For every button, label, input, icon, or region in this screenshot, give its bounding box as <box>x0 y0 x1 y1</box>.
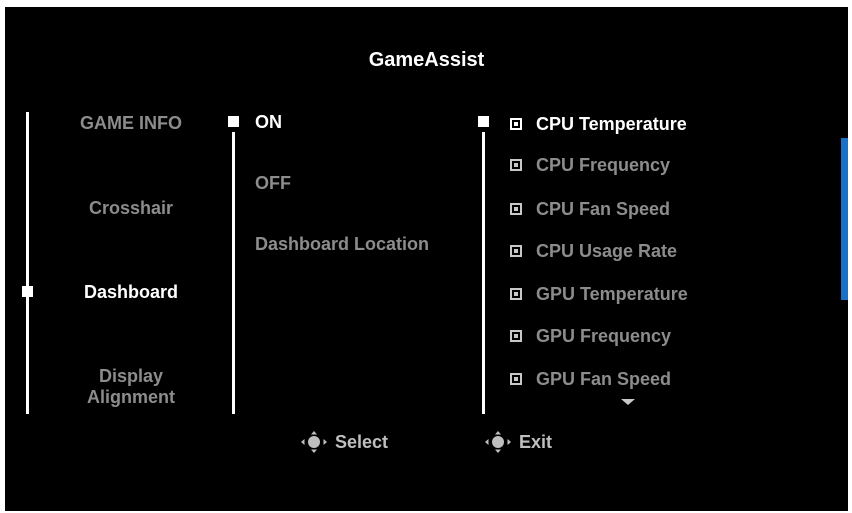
option-label: GPU Fan Speed <box>536 368 672 389</box>
joystick-exit-icon <box>485 431 511 453</box>
checkbox-checked-icon <box>510 330 522 342</box>
option-label: CPU Temperature <box>536 113 687 134</box>
option-gpu-temperature[interactable]: GPU Temperature <box>510 283 688 305</box>
footer-select-hint: Select <box>301 431 388 453</box>
option-gpu-frequency[interactable]: GPU Frequency <box>510 325 671 347</box>
submenu-selection-marker <box>228 116 239 127</box>
submenu-item-off[interactable]: OFF <box>255 173 291 194</box>
footer-exit-hint: Exit <box>485 431 552 453</box>
checkbox-checked-icon <box>510 245 522 257</box>
osd-screen: GameAssist GAME INFO Crosshair Dashboard… <box>5 7 848 511</box>
option-cpu-usage-rate[interactable]: CPU Usage Rate <box>510 240 677 262</box>
menu-selection-marker <box>22 286 33 297</box>
checkbox-checked-icon <box>510 118 522 130</box>
option-label: CPU Fan Speed <box>536 198 671 219</box>
checkbox-checked-icon <box>510 288 522 300</box>
menu-item-display-alignment-label: Display Alignment <box>87 366 175 407</box>
submenu-item-on[interactable]: ON <box>255 112 282 133</box>
option-label: CPU Frequency <box>536 154 671 175</box>
menu-item-display-alignment[interactable]: Display Alignment <box>65 366 197 408</box>
option-cpu-temperature[interactable]: CPU Temperature <box>510 113 687 135</box>
option-cpu-frequency[interactable]: CPU Frequency <box>510 154 670 176</box>
option-gpu-fan-speed[interactable]: GPU Fan Speed <box>510 368 671 390</box>
footer-exit-label: Exit <box>519 431 553 452</box>
menu-item-dashboard[interactable]: Dashboard <box>65 282 197 303</box>
options-column-line <box>482 132 485 414</box>
submenu-item-dashboard-location[interactable]: Dashboard Location <box>255 234 429 255</box>
menu-item-game-info[interactable]: GAME INFO <box>65 113 197 134</box>
option-label: GPU Frequency <box>536 325 672 346</box>
menu-title: GameAssist <box>368 49 485 71</box>
option-label: CPU Usage Rate <box>536 240 678 261</box>
scrollbar-thumb[interactable] <box>841 138 848 300</box>
checkbox-checked-icon <box>510 373 522 385</box>
checkbox-checked-icon <box>510 203 522 215</box>
option-cpu-fan-speed[interactable]: CPU Fan Speed <box>510 198 670 220</box>
options-selection-marker <box>478 116 489 127</box>
scroll-down-arrow-icon[interactable] <box>621 399 635 405</box>
menu-column-line <box>26 112 29 414</box>
joystick-select-icon <box>301 431 327 453</box>
option-label: GPU Temperature <box>536 283 688 304</box>
menu-item-crosshair[interactable]: Crosshair <box>65 198 197 219</box>
submenu-column-line <box>232 132 235 414</box>
footer-select-label: Select <box>335 431 389 452</box>
checkbox-checked-icon <box>510 159 522 171</box>
